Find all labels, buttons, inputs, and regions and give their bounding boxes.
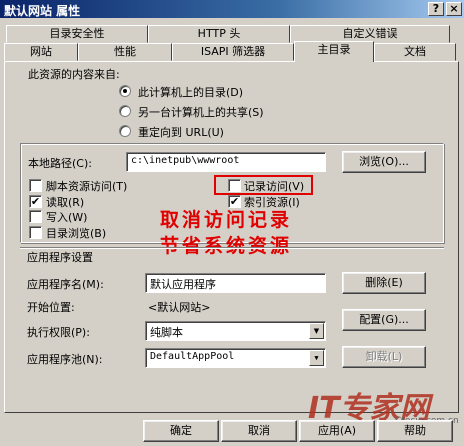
chevron-down-icon[interactable]: ▼	[309, 323, 324, 339]
app-pool-label: 应用程序池(N):	[27, 353, 103, 366]
help-title-button[interactable]: ?	[428, 2, 444, 16]
local-path-label: 本地路径(C):	[28, 157, 92, 170]
execute-permission-value: 纯脚本	[150, 326, 183, 339]
radio-network-share[interactable]	[119, 105, 131, 117]
script-source-label: 脚本资源访问(T)	[46, 180, 128, 193]
configure-button[interactable]: 配置(G)...	[342, 309, 426, 331]
chevron-down-icon[interactable]: ▼	[309, 350, 324, 366]
annotation-line-1: 取消访问记录	[160, 209, 293, 231]
app-name-label: 应用程序名(M):	[27, 278, 104, 291]
radio-network-share-label: 另一台计算机上的共享(S)	[138, 106, 264, 119]
radio-redirect-url[interactable]	[119, 125, 131, 137]
tab-directory-security[interactable]: 目录安全性	[6, 25, 148, 43]
read-checkbox[interactable]: ✔	[29, 195, 42, 208]
start-location-value: <默认网站>	[148, 301, 211, 314]
tab-home-directory[interactable]: 主目录	[294, 41, 374, 62]
cancel-button[interactable]: 取消	[221, 420, 297, 442]
unload-button: 卸载(L)	[342, 346, 426, 368]
script-source-checkbox[interactable]	[29, 179, 42, 192]
directory-browse-checkbox[interactable]	[29, 226, 42, 239]
remove-button[interactable]: 删除(E)	[342, 272, 426, 294]
app-name-input[interactable]: 默认应用程序	[145, 273, 326, 293]
write-checkbox[interactable]	[29, 210, 42, 223]
apply-button[interactable]: 应用(A)	[299, 420, 375, 442]
tab-documents[interactable]: 文档	[374, 43, 456, 61]
close-icon[interactable]: ×	[446, 2, 462, 16]
radio-local-directory[interactable]	[119, 85, 131, 97]
tab-performance[interactable]: 性能	[78, 43, 172, 61]
radio-local-directory-label: 此计算机上的目录(D)	[138, 86, 244, 99]
tab-website[interactable]: 网站	[4, 43, 78, 61]
title-bar: 默认网站 属性 ? ×	[0, 0, 464, 18]
execute-permission-select[interactable]: 纯脚本 ▼	[145, 321, 326, 341]
highlight-box	[214, 175, 313, 195]
app-settings-heading: 应用程序设置	[27, 251, 93, 264]
content-source-label: 此资源的内容来自:	[28, 68, 120, 81]
app-pool-select[interactable]: DefaultAppPool ▼	[145, 348, 326, 368]
help-button[interactable]: 帮助	[377, 420, 453, 442]
app-pool-value: DefaultAppPool	[150, 351, 235, 362]
ok-button[interactable]: 确定	[143, 420, 219, 442]
browse-button[interactable]: 浏览(O)...	[342, 151, 426, 173]
annotation-line-2: 节省系统资源	[160, 235, 293, 257]
tab-isapi-filters[interactable]: ISAPI 筛选器	[172, 43, 294, 61]
start-location-label: 开始位置:	[27, 301, 75, 314]
directory-browse-label: 目录浏览(B)	[46, 227, 107, 240]
write-label: 写入(W)	[46, 211, 88, 224]
tab-http-headers[interactable]: HTTP 头	[148, 25, 290, 43]
window-title: 默认网站 属性	[4, 4, 81, 18]
local-path-input[interactable]: c:\inetpub\wwwroot	[126, 152, 326, 172]
read-label: 读取(R)	[46, 196, 85, 209]
execute-permission-label: 执行权限(P):	[27, 326, 90, 339]
radio-redirect-url-label: 重定向到 URL(U)	[138, 126, 224, 139]
